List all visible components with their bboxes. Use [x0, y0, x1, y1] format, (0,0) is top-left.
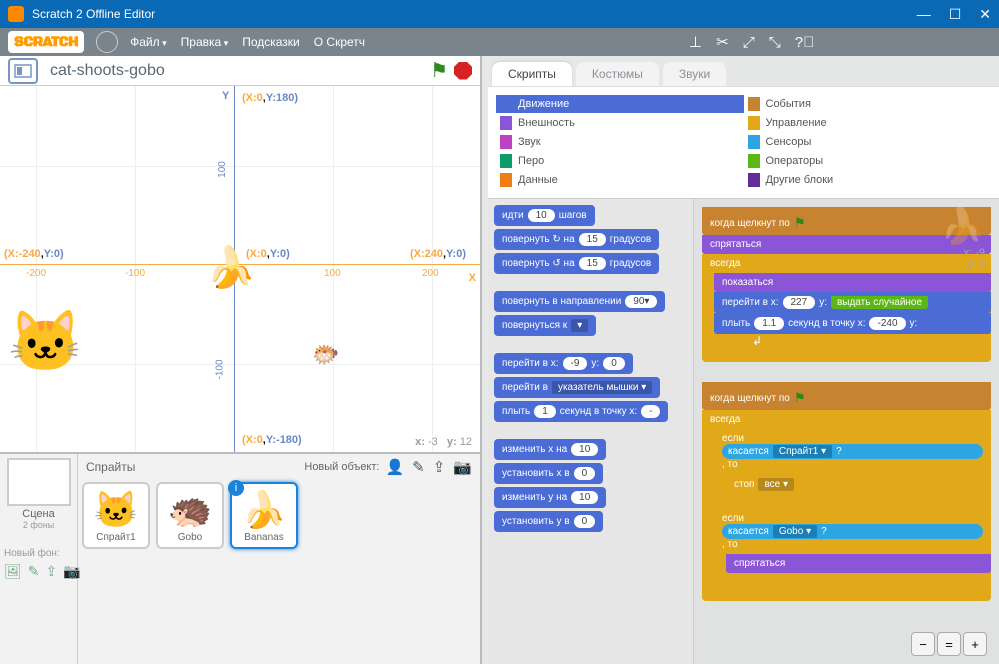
stage-label: Сцена [4, 508, 73, 520]
zoom-in-button[interactable]: + [963, 632, 987, 656]
close-button[interactable]: ✕ [979, 6, 991, 23]
window-title: Scratch 2 Offline Editor [32, 7, 155, 21]
tab-scripts[interactable]: Скрипты [492, 62, 572, 86]
sprite-item-sprite1[interactable]: 🐱Спрайт1 [82, 482, 150, 549]
scissors-icon[interactable]: ✂ [716, 33, 729, 51]
category-другие блоки[interactable]: Другие блоки [744, 171, 992, 189]
zoom-reset-button[interactable]: = [937, 632, 961, 656]
project-title: cat-shoots-gobo [50, 62, 165, 80]
sprite-bananas-on-stage[interactable]: 🍌 [206, 244, 256, 291]
shrink-icon[interactable]: ⤡ [769, 34, 781, 51]
block-change-x[interactable]: изменить x на10 [494, 439, 606, 460]
sprites-label: Спрайты [86, 460, 135, 474]
sprite-item-gobo[interactable]: 🦔Gobo [156, 482, 224, 549]
category-сенсоры[interactable]: Сенсоры [744, 133, 992, 151]
stage-view-toggle[interactable] [8, 58, 38, 84]
sprite-gobo-on-stage[interactable]: 🐡 [312, 342, 339, 368]
sprite-item-bananas[interactable]: i 🍌Bananas [230, 482, 298, 549]
block-point-towards[interactable]: повернуться к▾ [494, 315, 596, 336]
sprite-info-display: 🍌 x: -9 y: 0 [940, 205, 985, 271]
scratch-logo: SCRATCH [8, 31, 84, 53]
sprite-upload-icon[interactable]: ⇪ [433, 458, 446, 476]
menu-edit[interactable]: Правка [181, 35, 229, 49]
block-move-steps[interactable]: идти10шагов [494, 205, 595, 226]
x-axis-label: X [469, 272, 476, 284]
script-area[interactable]: 🍌 x: -9 y: 0 когда щелкнут по ⚑ спрятать… [694, 199, 999, 664]
category-звук[interactable]: Звук [496, 133, 744, 151]
category-внешность[interactable]: Внешность [496, 114, 744, 132]
mouse-coords: x: -3 y: 12 [415, 436, 472, 448]
sprite-info-icon[interactable]: i [228, 480, 244, 496]
menu-file[interactable]: Файл [130, 35, 167, 49]
menu-tips[interactable]: Подсказки [242, 35, 300, 49]
block-goto-xy[interactable]: перейти в x:-9y:0 [494, 353, 633, 374]
coord-bottom: (X:0,Y:-180) [242, 434, 302, 446]
category-операторы[interactable]: Операторы [744, 152, 992, 170]
block-palette: идти10шагов повернуть ↻ на15градусов пов… [488, 199, 694, 664]
help-icon[interactable]: ?⃝ [795, 34, 815, 51]
sprite-cat-on-stage[interactable]: 🐱 [8, 306, 83, 377]
tab-sounds[interactable]: Звуки [663, 62, 726, 86]
backdrop-upload-icon[interactable]: ⇪ [46, 563, 58, 580]
menu-about[interactable]: О Скретч [314, 35, 365, 49]
language-icon[interactable] [96, 31, 118, 53]
category-управление[interactable]: Управление [744, 114, 992, 132]
script-stack-2[interactable]: когда щелкнут по ⚑ всегда если касается … [702, 382, 991, 601]
sprite-paint-icon[interactable]: ✎ [412, 458, 425, 476]
category-движение[interactable]: Движение [496, 95, 744, 113]
backdrop-paint-icon[interactable]: ✎ [28, 563, 40, 580]
maximize-button[interactable]: ☐ [949, 6, 962, 23]
block-set-x[interactable]: установить x в0 [494, 463, 603, 484]
block-turn-cw[interactable]: повернуть ↻ на15градусов [494, 229, 659, 250]
minimize-button[interactable]: — [917, 6, 931, 23]
stage-thumbnail[interactable] [7, 458, 71, 506]
y-axis-label: Y [222, 90, 229, 102]
new-backdrop-label: Новый фон: [4, 548, 73, 559]
block-change-y[interactable]: изменить y на10 [494, 487, 606, 508]
sprite-camera-icon[interactable]: 📷 [453, 458, 472, 476]
category-перо[interactable]: Перо [496, 152, 744, 170]
app-icon [8, 6, 24, 22]
new-object-label: Новый объект: [304, 461, 379, 473]
grow-icon[interactable]: ⤢ [743, 34, 755, 51]
sprite-library-icon[interactable]: 👤 [385, 458, 404, 476]
block-goto[interactable]: перейти вуказатель мышки ▾ [494, 377, 660, 398]
stage[interactable]: Y X (X:0,Y:180) (X:0,Y:-180) (X:-240,Y:0… [0, 86, 480, 454]
stop-button[interactable] [454, 62, 472, 80]
green-flag-button[interactable]: ⚑ [430, 58, 448, 83]
coord-left: (X:-240,Y:0) [4, 248, 64, 260]
block-set-y[interactable]: установить y в0 [494, 511, 603, 532]
coord-right: (X:240,Y:0) [410, 248, 466, 260]
block-turn-ccw[interactable]: повернуть ↺ на15градусов [494, 253, 659, 274]
zoom-out-button[interactable]: − [911, 632, 935, 656]
stage-backdrops: 2 фоны [4, 520, 73, 530]
tab-costumes[interactable]: Костюмы [576, 62, 659, 86]
category-данные[interactable]: Данные [496, 171, 744, 189]
stamp-icon[interactable]: ⊥ [689, 33, 702, 51]
block-glide[interactable]: плыть1секунд в точку x:- [494, 401, 668, 422]
coord-top: (X:0,Y:180) [242, 92, 298, 104]
backdrop-library-icon[interactable]: 🖼 [4, 563, 22, 580]
category-события[interactable]: События [744, 95, 992, 113]
block-point-direction[interactable]: повернуть в направлении90▾ [494, 291, 665, 312]
